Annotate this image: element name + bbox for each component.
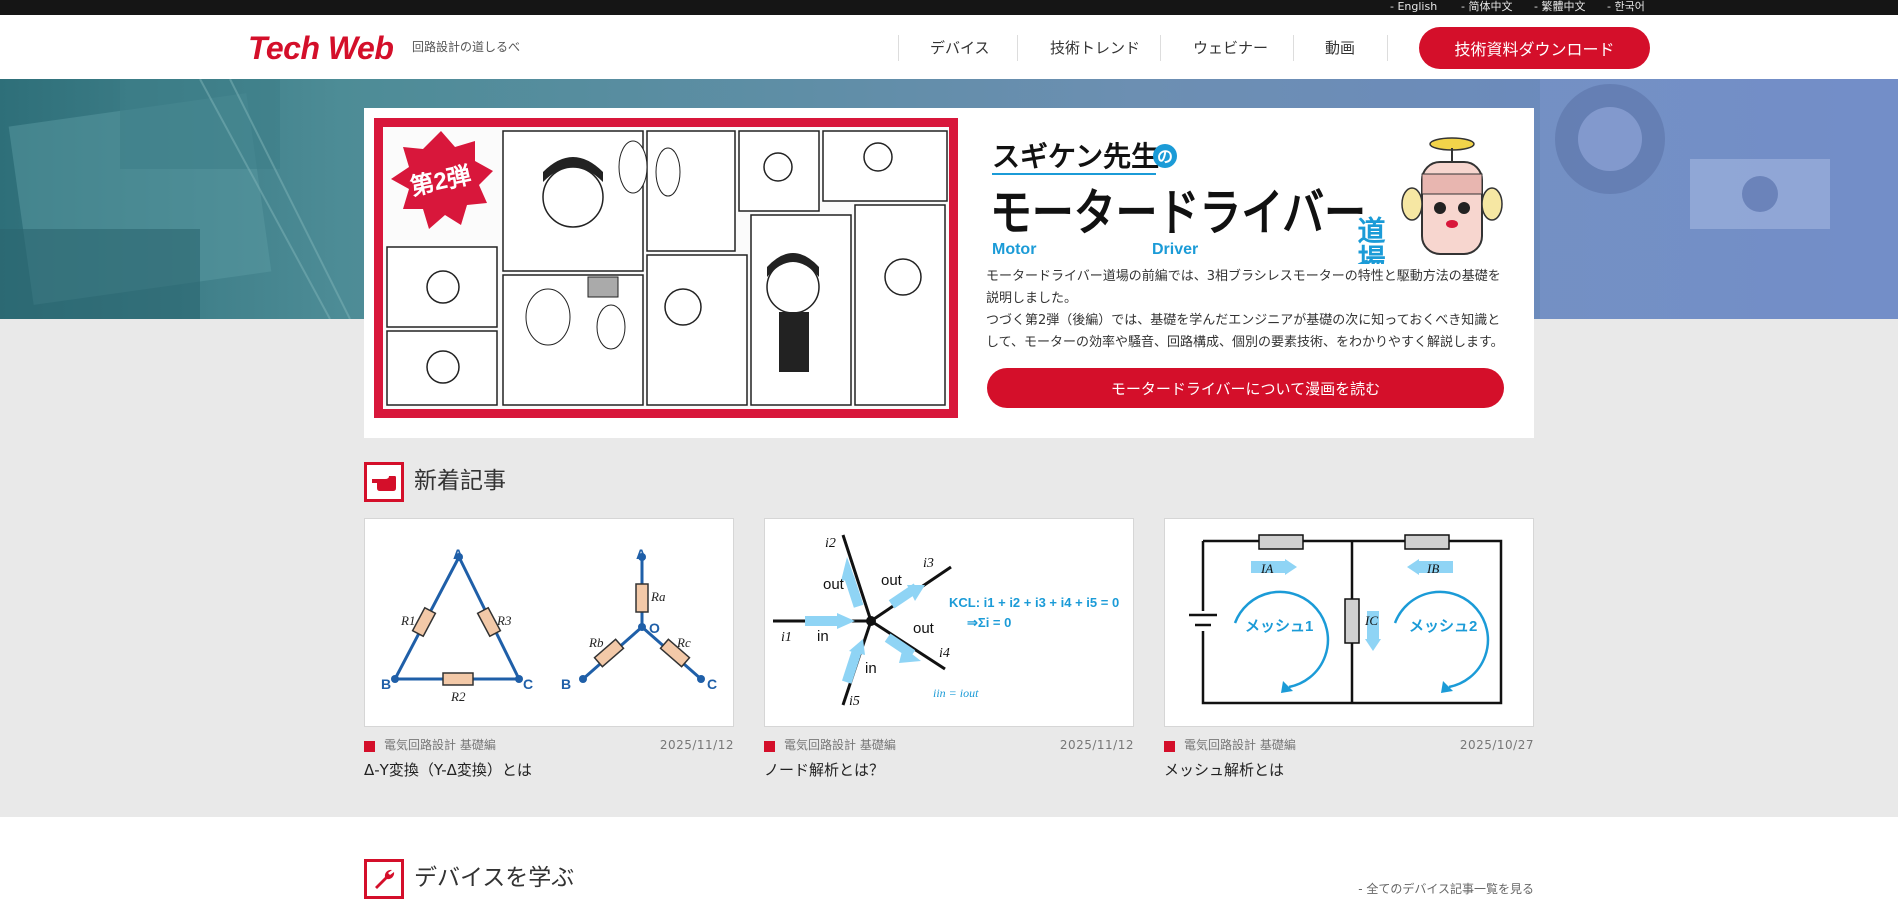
label: i5 (849, 694, 860, 709)
mascot-character (1401, 137, 1503, 255)
label: out (823, 576, 845, 593)
hero-title-no: の (1157, 149, 1173, 166)
site-header: Tech Web 回路設計の道しるべ デバイス 技術トレンド ウェビナー 動画 … (0, 15, 1898, 79)
label: R1 (400, 613, 415, 628)
article-thumbnail[interactable]: i2 i3 i1 i4 i5 out out in out in KCL: i1… (764, 518, 1134, 727)
manga-illustration: 第2弾 (383, 127, 949, 409)
lang-english-link[interactable]: - English (1390, 0, 1437, 15)
new-articles-title: 新着記事 (414, 468, 506, 494)
article-category[interactable]: 電気回路設計 基礎編 (1184, 737, 1296, 753)
article-title[interactable]: メッシュ解析とは (1164, 760, 1284, 780)
label: C (707, 676, 717, 692)
article-date: 2025/11/12 (1059, 738, 1134, 752)
hero-title-driver: Driver (1152, 241, 1198, 258)
article-card[interactable]: IA IB IC メッシュ1 メッシュ2 電気回路設計 基礎編 2025/10/… (1164, 518, 1534, 779)
article-title[interactable]: ノード解析とは？ (764, 760, 884, 780)
label: IB (1426, 561, 1439, 576)
lang-traditional-chinese-link[interactable]: - 繁體中文 (1534, 0, 1585, 15)
article-meta: 電気回路設計 基礎編 2025/10/27 (1164, 737, 1534, 753)
nav-videos[interactable]: 動画 (1325, 38, 1355, 58)
label: C (523, 676, 533, 692)
nav-divider (1387, 35, 1388, 61)
category-marker (1164, 741, 1175, 752)
article-title[interactable]: Δ-Y変換（Y-Δ変換）とは (364, 760, 532, 780)
article-category[interactable]: 電気回路設計 基礎編 (384, 737, 496, 753)
nav-devices[interactable]: デバイス (930, 38, 990, 58)
label: in (817, 628, 829, 645)
label: out (913, 620, 935, 637)
lang-korean-link[interactable]: - 한국어 (1607, 0, 1645, 15)
all-devices-link[interactable]: - 全てのデバイス記事一覧を見る (1358, 880, 1534, 897)
nav-divider (1293, 35, 1294, 61)
label: Rb (588, 635, 604, 650)
label: R3 (496, 613, 512, 628)
label: i4 (939, 646, 950, 661)
download-docs-button[interactable]: 技術資料ダウンロード (1419, 27, 1650, 69)
label: out (881, 572, 903, 589)
label: A (453, 546, 463, 562)
label: IC (1364, 613, 1378, 628)
hero-title-motor: Motor (992, 241, 1036, 258)
article-thumbnail[interactable]: A B C A B C O R1 R2 R3 Ra Rb Rc (364, 518, 734, 727)
label: R2 (450, 689, 466, 704)
hero-description: モータードライバー道場の前編では、3相ブラシレスモーターの特性と駆動方法の基礎を… (986, 266, 1506, 354)
read-manga-button[interactable]: モータードライバーについて漫画を読む (987, 368, 1504, 408)
label: メッシュ2 (1409, 618, 1477, 635)
devices-section: デバイスを学ぶ - 全てのデバイス記事一覧を見る (0, 817, 1898, 917)
article-category[interactable]: 電気回路設計 基礎編 (784, 737, 896, 753)
label: B (381, 676, 391, 692)
devices-header: デバイスを学ぶ (364, 859, 764, 901)
mesh-analysis-diagram: IA IB IC メッシュ1 メッシュ2 (1189, 534, 1503, 705)
pointing-hand-icon (364, 462, 404, 502)
label: IA (1260, 561, 1273, 576)
site-logo[interactable]: Tech Web (248, 31, 394, 65)
label: B (561, 676, 571, 692)
devices-title: デバイスを学ぶ (414, 865, 575, 891)
new-articles-header: 新着記事 (364, 462, 764, 504)
site-tagline: 回路設計の道しるべ (412, 40, 521, 54)
node-analysis-diagram: i2 i3 i1 i4 i5 out out in out in KCL: i1… (773, 534, 1119, 709)
hero-description-line1: モータードライバー道場の前編では、3相ブラシレスモーターの特性と駆動方法の基礎を… (986, 269, 1501, 306)
article-thumbnail[interactable]: IA IB IC メッシュ1 メッシュ2 (1164, 518, 1534, 727)
article-card[interactable]: A B C A B C O R1 R2 R3 Ra Rb Rc 電気回路設計 基… (364, 518, 734, 779)
article-card[interactable]: i2 i3 i1 i4 i5 out out in out in KCL: i1… (764, 518, 1134, 779)
hero-banner[interactable]: 第2弾 スギケン先生 の モータードライバー Motor Driver 道場 モ… (364, 108, 1534, 438)
hero-title-main: モータードライバー (990, 185, 1366, 241)
label: i3 (923, 556, 934, 571)
label: in (865, 660, 877, 677)
article-date: 2025/11/12 (659, 738, 734, 752)
nav-divider (1160, 35, 1161, 61)
nav-divider (1017, 35, 1018, 61)
kcl-sum: ⇒Σi = 0 (967, 615, 1011, 630)
label: Rc (676, 635, 691, 650)
hero-description-line2: つづく第2弾（後編）では、基礎を学んだエンジニアが基礎の次に知っておくべき知識と… (986, 313, 1504, 350)
hero-title-logo: スギケン先生 の モータードライバー Motor Driver 道場 (990, 137, 1503, 264)
category-marker (364, 741, 375, 752)
nav-tech-trends[interactable]: 技術トレンド (1050, 38, 1140, 58)
manga-image[interactable]: 第2弾 (374, 118, 958, 418)
label: A (636, 546, 646, 562)
article-meta: 電気回路設計 基礎編 2025/11/12 (764, 737, 1134, 753)
delta-y-diagram: A B C A B C O R1 R2 R3 Ra Rb Rc (381, 546, 717, 704)
kcl-equation: KCL: i1 + i2 + i3 + i4 + i5 = 0 (949, 595, 1119, 610)
category-marker (764, 741, 775, 752)
hero-title-top: スギケン先生 (992, 141, 1159, 172)
label: i2 (825, 536, 836, 551)
nav-divider (898, 35, 899, 61)
lang-simplified-chinese-link[interactable]: - 简体中文 (1461, 0, 1512, 15)
label: Ra (650, 589, 666, 604)
label: i1 (781, 630, 792, 645)
in-out-equation: iin = iout (933, 686, 979, 700)
article-meta: 電気回路設計 基礎編 2025/11/12 (364, 737, 734, 753)
label: O (649, 620, 660, 636)
nav-webinar[interactable]: ウェビナー (1193, 38, 1268, 58)
wrench-icon (364, 859, 404, 899)
article-date: 2025/10/27 (1459, 738, 1534, 752)
language-bar: - English - 简体中文 - 繁體中文 - 한국어 (0, 0, 1898, 15)
hero-title-dojo: 道場 (1355, 215, 1386, 264)
label: メッシュ1 (1245, 618, 1313, 635)
